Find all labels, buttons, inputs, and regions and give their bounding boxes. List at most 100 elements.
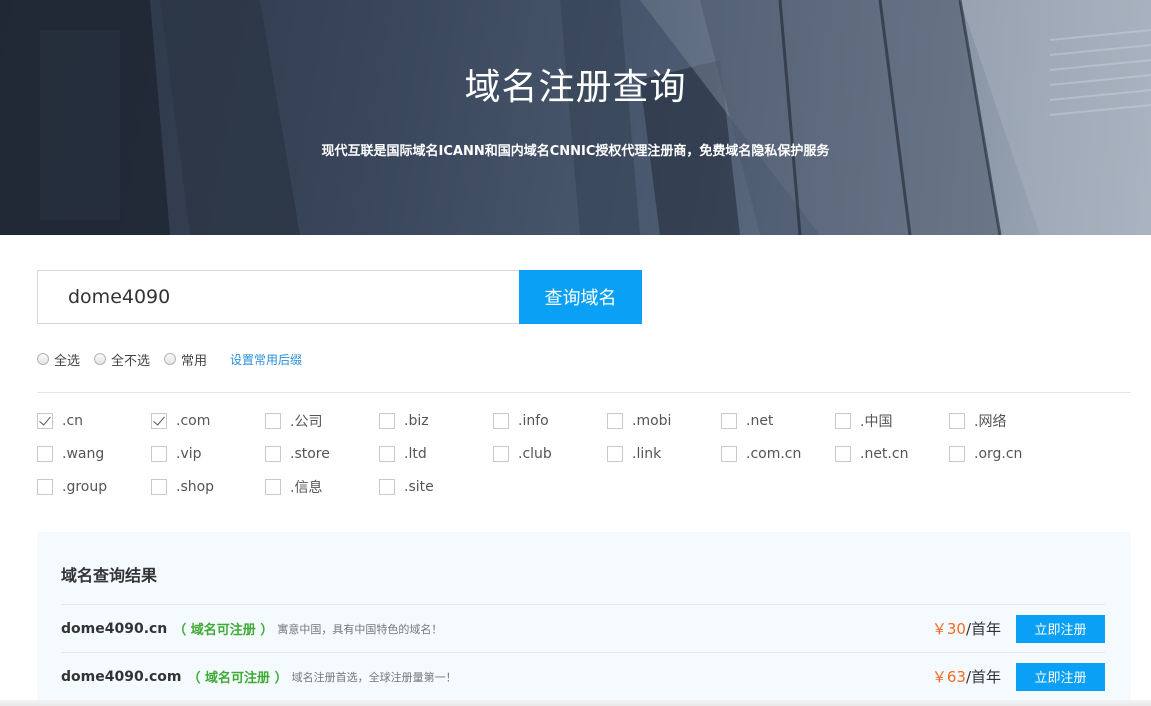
domain-description: 寓意中国，具有中国特色的域名！ — [277, 622, 443, 636]
suffix-label: .org.cn — [974, 446, 1023, 462]
checkbox-icon[interactable] — [721, 446, 737, 462]
suffix-option[interactable]: .wang — [37, 444, 104, 464]
result-domain: dome4090.com — [61, 668, 182, 685]
suffix-option[interactable]: .公司 — [265, 411, 322, 431]
suffix-option[interactable]: .ltd — [379, 444, 427, 464]
suffix-label: .net — [746, 413, 774, 429]
radio-icon[interactable] — [94, 353, 107, 365]
suffix-label: .ltd — [404, 446, 427, 462]
price-unit: /首年 — [965, 620, 1001, 638]
suffix-option[interactable]: .shop — [151, 477, 214, 497]
suffix-option[interactable]: .网络 — [949, 411, 1006, 431]
suffix-label: .信息 — [290, 480, 323, 496]
divider — [37, 392, 1131, 393]
select-none-radio[interactable]: 全不选 — [94, 350, 150, 369]
suffix-label: .store — [290, 446, 330, 462]
radio-icon[interactable] — [164, 353, 177, 365]
suffix-option[interactable]: .site — [379, 477, 434, 497]
server-rack-background-image — [0, 0, 1151, 235]
suffix-label: .net.cn — [860, 446, 909, 462]
checkbox-icon[interactable] — [607, 413, 623, 429]
select-common-radio[interactable]: 常用 — [164, 350, 207, 369]
suffix-label: .mobi — [632, 413, 672, 429]
suffix-label: .biz — [404, 413, 429, 429]
domain-search-input[interactable] — [37, 270, 519, 324]
suffix-option[interactable]: .com — [151, 411, 210, 431]
set-common-suffix-link[interactable]: 设置常用后缀 — [230, 351, 302, 368]
price: ￥63/首年 — [932, 666, 1001, 687]
suffix-option[interactable]: .store — [265, 444, 330, 464]
price-amount: 63 — [946, 668, 966, 686]
checkbox-icon[interactable] — [265, 479, 281, 495]
suffix-label: .中国 — [860, 414, 893, 430]
suffix-option[interactable]: .link — [607, 444, 661, 464]
checkbox-checked-icon[interactable] — [151, 413, 167, 429]
suffix-option[interactable]: .net.cn — [835, 444, 908, 464]
suffix-option[interactable]: .com.cn — [721, 444, 801, 464]
checkbox-icon[interactable] — [493, 413, 509, 429]
suffix-option[interactable]: .info — [493, 411, 549, 431]
checkbox-icon[interactable] — [265, 413, 281, 429]
suffix-option[interactable]: .group — [37, 477, 107, 497]
register-now-button[interactable]: 立即注册 — [1016, 662, 1105, 691]
checkbox-icon[interactable] — [607, 446, 623, 462]
suffix-option[interactable]: .mobi — [607, 411, 671, 431]
suffix-option[interactable]: .net — [721, 411, 773, 431]
availability-status: （ 域名可注册 ） — [187, 671, 288, 686]
checkbox-icon[interactable] — [37, 446, 53, 462]
checkbox-icon[interactable] — [379, 479, 395, 495]
suffix-option[interactable]: .信息 — [265, 477, 322, 497]
availability-status: （ 域名可注册 ） — [173, 623, 274, 638]
price-currency: ￥ — [931, 620, 947, 638]
results-title: 域名查询结果 — [61, 566, 158, 585]
radio-label: 常用 — [181, 353, 208, 369]
page-title: 域名注册查询 — [464, 67, 687, 108]
result-row: dome4090.com （ 域名可注册 ） 域名注册首选，全球注册量第一！ ￥… — [61, 652, 1105, 700]
checkbox-icon[interactable] — [493, 446, 509, 462]
suffix-option[interactable]: .vip — [151, 444, 202, 464]
checkbox-icon[interactable] — [265, 446, 281, 462]
price-unit: /首年 — [965, 668, 1001, 686]
suffix-label: .info — [518, 413, 549, 429]
page-bottom-edge — [0, 700, 1151, 706]
suffix-label: .link — [632, 446, 662, 462]
suffix-label: .com — [176, 413, 211, 429]
price: ￥30/首年 — [932, 618, 1001, 639]
checkbox-checked-icon[interactable] — [37, 413, 53, 429]
suffix-label: .group — [62, 479, 108, 495]
domain-description: 域名注册首选，全球注册量第一！ — [291, 670, 457, 684]
checkbox-icon[interactable] — [949, 413, 965, 429]
radio-label: 全选 — [54, 353, 81, 369]
checkbox-icon[interactable] — [835, 446, 851, 462]
hero-banner: 域名注册查询 现代互联是国际域名ICANN和国内域名CNNIC授权代理注册商，免… — [0, 0, 1151, 235]
checkbox-icon[interactable] — [151, 446, 167, 462]
suffix-option[interactable]: .中国 — [835, 411, 892, 431]
checkbox-icon[interactable] — [151, 479, 167, 495]
price-amount: 30 — [946, 620, 966, 638]
checkbox-icon[interactable] — [37, 479, 53, 495]
page-subtitle: 现代互联是国际域名ICANN和国内域名CNNIC授权代理注册商，免费域名隐私保护… — [321, 144, 830, 159]
suffix-label: .网络 — [974, 414, 1007, 430]
results-panel: 域名查询结果 dome4090.cn （ 域名可注册 ） 寓意中国，具有中国特色… — [37, 532, 1131, 706]
radio-icon[interactable] — [37, 353, 49, 365]
result-row: dome4090.cn （ 域名可注册 ） 寓意中国，具有中国特色的域名！ ￥3… — [61, 604, 1105, 652]
checkbox-icon[interactable] — [379, 446, 395, 462]
checkbox-icon[interactable] — [835, 413, 851, 429]
suffix-label: .com.cn — [746, 446, 802, 462]
suffix-option[interactable]: .club — [493, 444, 552, 464]
suffix-label: .cn — [62, 413, 84, 429]
radio-label: 全不选 — [111, 353, 151, 369]
checkbox-icon[interactable] — [379, 413, 395, 429]
checkbox-icon[interactable] — [721, 413, 737, 429]
suffix-option[interactable]: .cn — [37, 411, 83, 431]
suffix-option[interactable]: .biz — [379, 411, 429, 431]
suffix-option[interactable]: .org.cn — [949, 444, 1022, 464]
suffix-label: .vip — [176, 446, 202, 462]
checkbox-icon[interactable] — [949, 446, 965, 462]
select-all-radio[interactable]: 全选 — [37, 350, 80, 369]
register-now-button[interactable]: 立即注册 — [1016, 614, 1105, 643]
result-domain: dome4090.cn — [61, 620, 168, 637]
suffix-label: .wang — [62, 446, 105, 462]
search-domain-button[interactable]: 查询域名 — [519, 270, 642, 324]
suffix-label: .club — [518, 446, 552, 462]
